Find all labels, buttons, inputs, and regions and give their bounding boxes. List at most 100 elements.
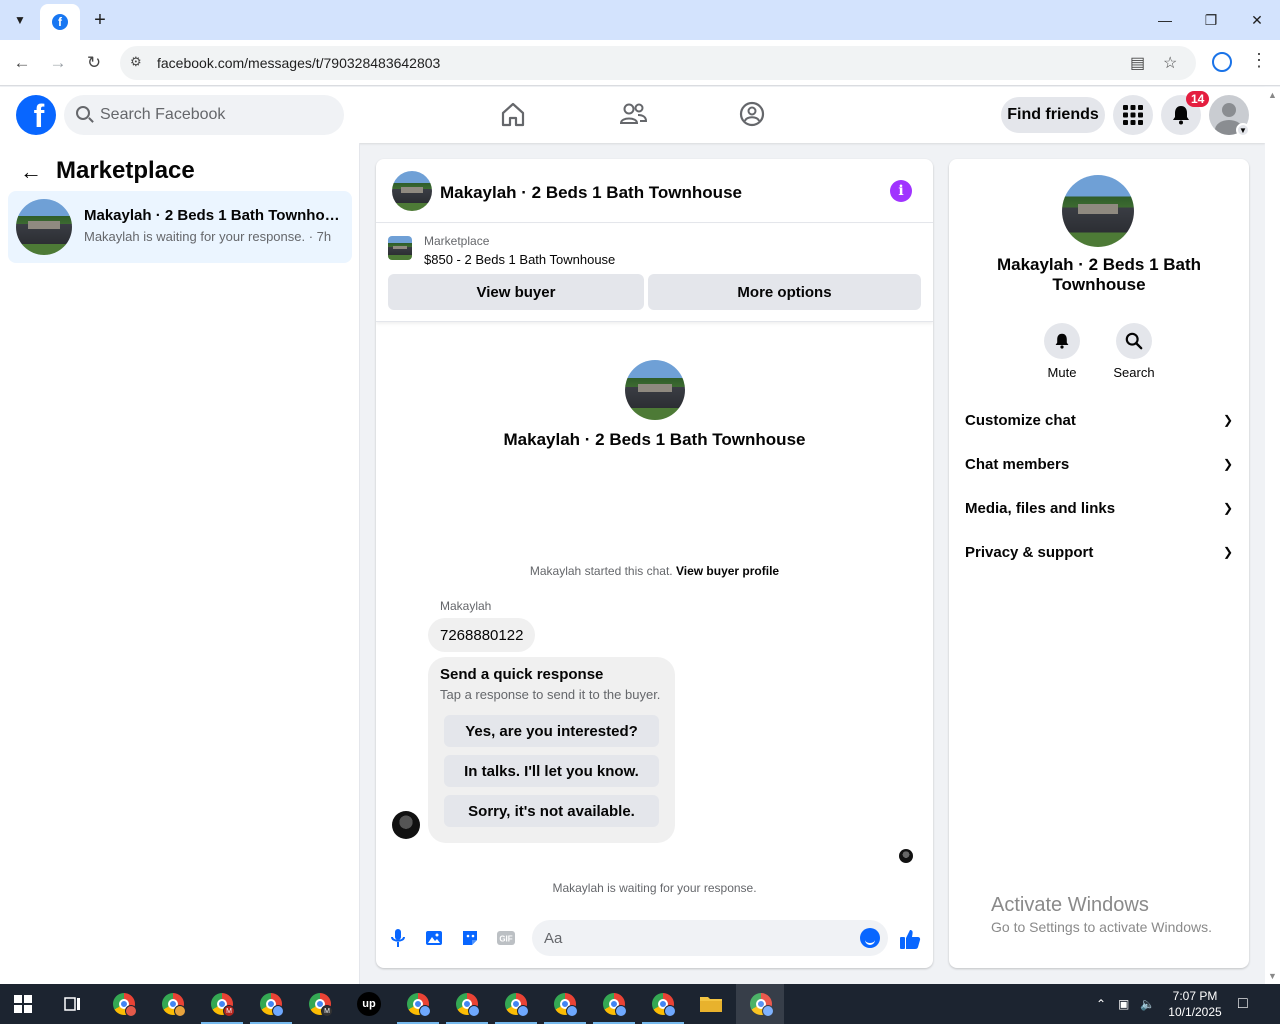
back-arrow-icon[interactable]: ← xyxy=(20,159,42,185)
upwork-taskbar-icon[interactable]: up xyxy=(355,990,383,1018)
chevron-down-icon: ❯ xyxy=(1222,501,1233,515)
mute-label: Mute xyxy=(1047,365,1077,380)
browser-tabstrip: ▼ f + — ❐ ✕ xyxy=(0,0,1280,40)
facebook-logo-icon[interactable]: f xyxy=(16,95,56,135)
scroll-up-icon[interactable]: ▲ xyxy=(1268,90,1277,100)
more-options-button[interactable]: More options xyxy=(648,274,921,310)
listing-card: Marketplace $850 - 2 Beds 1 Bath Townhou… xyxy=(376,224,933,322)
close-window-button[interactable]: ✕ xyxy=(1234,0,1280,40)
listing-label: Marketplace xyxy=(424,234,490,248)
chrome-taskbar-icon[interactable] xyxy=(110,990,138,1018)
groups-icon[interactable] xyxy=(737,99,767,129)
show-hidden-icons-chevron-up-icon[interactable]: ⌃ xyxy=(1096,984,1106,1024)
browser-menu-icon[interactable]: ⋮ xyxy=(1250,50,1268,71)
chrome-taskbar-icon[interactable] xyxy=(551,990,579,1018)
minimize-button[interactable]: — xyxy=(1142,0,1188,40)
windows-start-icon[interactable] xyxy=(14,995,32,1013)
browser-tab-facebook[interactable]: f xyxy=(40,4,80,40)
chat-header-title[interactable]: Makaylah · 2 Beds 1 Bath Townhouse xyxy=(440,183,742,203)
search-label: Search xyxy=(1113,365,1155,380)
read-receipt-avatar xyxy=(899,849,913,863)
thumbs-up-icon[interactable] xyxy=(899,928,921,950)
message-thread: Makaylah · 2 Beds 1 Bath Townhouse Makay… xyxy=(376,322,933,902)
media-files-links-label: Media, files and links xyxy=(965,499,1116,517)
page-scrollbar[interactable]: ▲ ▼ xyxy=(1265,87,1280,984)
chrome-taskbar-icon[interactable] xyxy=(649,990,677,1018)
search-action[interactable]: Search xyxy=(1104,323,1164,380)
task-view-icon[interactable] xyxy=(58,990,86,1018)
chrome-taskbar-icon[interactable]: M xyxy=(306,990,334,1018)
info-icon[interactable]: i xyxy=(890,180,912,202)
conversation-title: Makaylah · 2 Beds 1 Bath Townhouse xyxy=(84,207,340,224)
thread-avatar[interactable] xyxy=(625,360,685,420)
view-buyer-profile-link[interactable]: View buyer profile xyxy=(676,564,779,578)
message-input[interactable]: Aa xyxy=(532,920,888,956)
taskbar-clock[interactable]: 7:07 PM 10/1/2025 xyxy=(1158,988,1232,1020)
menu-button[interactable] xyxy=(1113,95,1153,135)
bookmark-star-icon[interactable]: ☆ xyxy=(1163,53,1177,73)
activate-windows-title: Activate Windows xyxy=(991,894,1149,916)
microphone-icon[interactable] xyxy=(388,928,408,948)
privacy-support-section[interactable]: Privacy & support ❯ xyxy=(965,532,1233,572)
mute-action[interactable]: Mute xyxy=(1032,323,1092,380)
quick-response-subtitle: Tap a response to send it to the buyer. xyxy=(440,687,661,702)
search-facebook-input[interactable]: Search Facebook xyxy=(64,95,344,135)
scroll-down-icon[interactable]: ▼ xyxy=(1268,971,1277,981)
browser-profile-icon[interactable] xyxy=(1212,52,1232,72)
site-info-icon[interactable]: ⚙ xyxy=(130,54,142,70)
quick-response-not-available-button[interactable]: Sorry, it's not available. xyxy=(444,795,659,827)
quick-response-in-talks-button[interactable]: In talks. I'll let you know. xyxy=(444,755,659,787)
back-button[interactable]: ← xyxy=(9,50,35,76)
volume-muted-icon[interactable]: 🔈 xyxy=(1140,984,1155,1024)
emoji-icon[interactable] xyxy=(860,928,880,948)
chrome-taskbar-icon[interactable] xyxy=(159,990,187,1018)
conversation-list-item[interactable]: Makaylah · 2 Beds 1 Bath Townhouse Makay… xyxy=(8,191,352,263)
sender-avatar[interactable] xyxy=(392,811,420,839)
marketplace-inbox-panel: ← Marketplace Makaylah · 2 Beds 1 Bath T… xyxy=(0,143,360,984)
chat-members-label: Chat members xyxy=(965,455,1070,473)
tab-list-chevron-icon[interactable]: ▼ xyxy=(6,8,34,32)
customize-chat-label: Customize chat xyxy=(965,411,1076,429)
facebook-favicon-icon: f xyxy=(52,14,68,30)
chat-details-panel: Makaylah · 2 Beds 1 Bath Townhouse Mute … xyxy=(949,159,1249,968)
forward-button[interactable]: → xyxy=(45,50,71,76)
sticker-icon[interactable] xyxy=(460,928,480,948)
view-buyer-button[interactable]: View buyer xyxy=(388,274,644,310)
chrome-taskbar-icon[interactable] xyxy=(453,990,481,1018)
chrome-taskbar-icon[interactable] xyxy=(502,990,530,1018)
quick-response-interested-button[interactable]: Yes, are you interested? xyxy=(444,715,659,747)
details-name: Makaylah · 2 Beds 1 Bath Townhouse xyxy=(996,255,1202,294)
find-friends-button[interactable]: Find friends xyxy=(1001,97,1105,133)
customize-chat-section[interactable]: Customize chat ❯ xyxy=(965,400,1233,440)
address-url[interactable]: facebook.com/messages/t/790328483642803 xyxy=(157,55,440,71)
install-app-icon[interactable]: ▤ xyxy=(1130,53,1145,73)
media-files-links-section[interactable]: Media, files and links ❯ xyxy=(965,488,1233,528)
privacy-support-label: Privacy & support xyxy=(965,543,1094,561)
gif-icon[interactable]: GIF xyxy=(496,928,516,948)
notification-center-icon[interactable]: □ xyxy=(1238,984,1248,1024)
message-bubble[interactable]: 7268880122 xyxy=(428,618,536,652)
network-icon[interactable]: ▣ xyxy=(1118,984,1129,1024)
reload-button[interactable]: ↻ xyxy=(81,50,107,76)
details-avatar[interactable] xyxy=(1062,175,1134,247)
chat-header-avatar[interactable] xyxy=(392,171,432,211)
listing-card-thumbnail[interactable] xyxy=(388,236,412,260)
taskbar-active-highlight xyxy=(736,984,784,1024)
file-explorer-icon[interactable] xyxy=(697,990,725,1018)
address-bar[interactable]: ⚙ facebook.com/messages/t/79032848364280… xyxy=(120,46,1196,80)
new-tab-button[interactable]: + xyxy=(88,8,112,32)
chevron-down-icon: ❯ xyxy=(1222,413,1233,427)
friends-icon[interactable] xyxy=(618,99,648,129)
chrome-taskbar-icon[interactable] xyxy=(404,990,432,1018)
chrome-taskbar-icon[interactable] xyxy=(600,990,628,1018)
photo-icon[interactable] xyxy=(424,928,444,948)
chevron-down-icon: ❯ xyxy=(1222,545,1233,559)
chrome-taskbar-icon[interactable]: M xyxy=(208,990,236,1018)
message-composer: GIF Aa xyxy=(376,902,933,968)
home-icon[interactable] xyxy=(498,99,528,129)
chrome-taskbar-icon[interactable] xyxy=(257,990,285,1018)
chat-members-section[interactable]: Chat members ❯ xyxy=(965,444,1233,484)
account-chevron-down-icon[interactable]: ▼ xyxy=(1236,123,1250,137)
listing-price[interactable]: $850 - 2 Beds 1 Bath Townhouse xyxy=(424,252,615,267)
restore-button[interactable]: ❐ xyxy=(1188,0,1234,40)
